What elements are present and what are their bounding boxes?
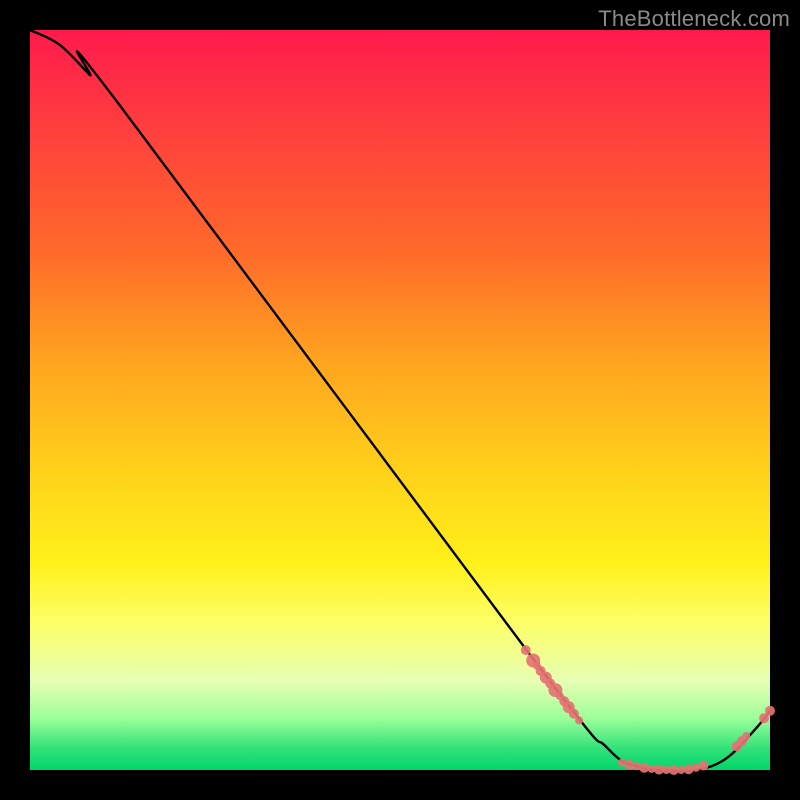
marker-point [684,764,694,774]
marker-point [742,732,750,740]
chart-stage: TheBottleneck.com [0,0,800,800]
marker-point [639,763,649,773]
marker-point [765,706,775,716]
marker-point [698,761,708,771]
plot-area [30,30,770,770]
curve-markers [521,645,775,775]
marker-point [624,760,634,770]
curve-svg [30,30,770,770]
marker-point [575,716,583,724]
watermark-text: TheBottleneck.com [598,6,790,32]
bottleneck-curve [30,30,770,771]
marker-point [521,645,531,655]
